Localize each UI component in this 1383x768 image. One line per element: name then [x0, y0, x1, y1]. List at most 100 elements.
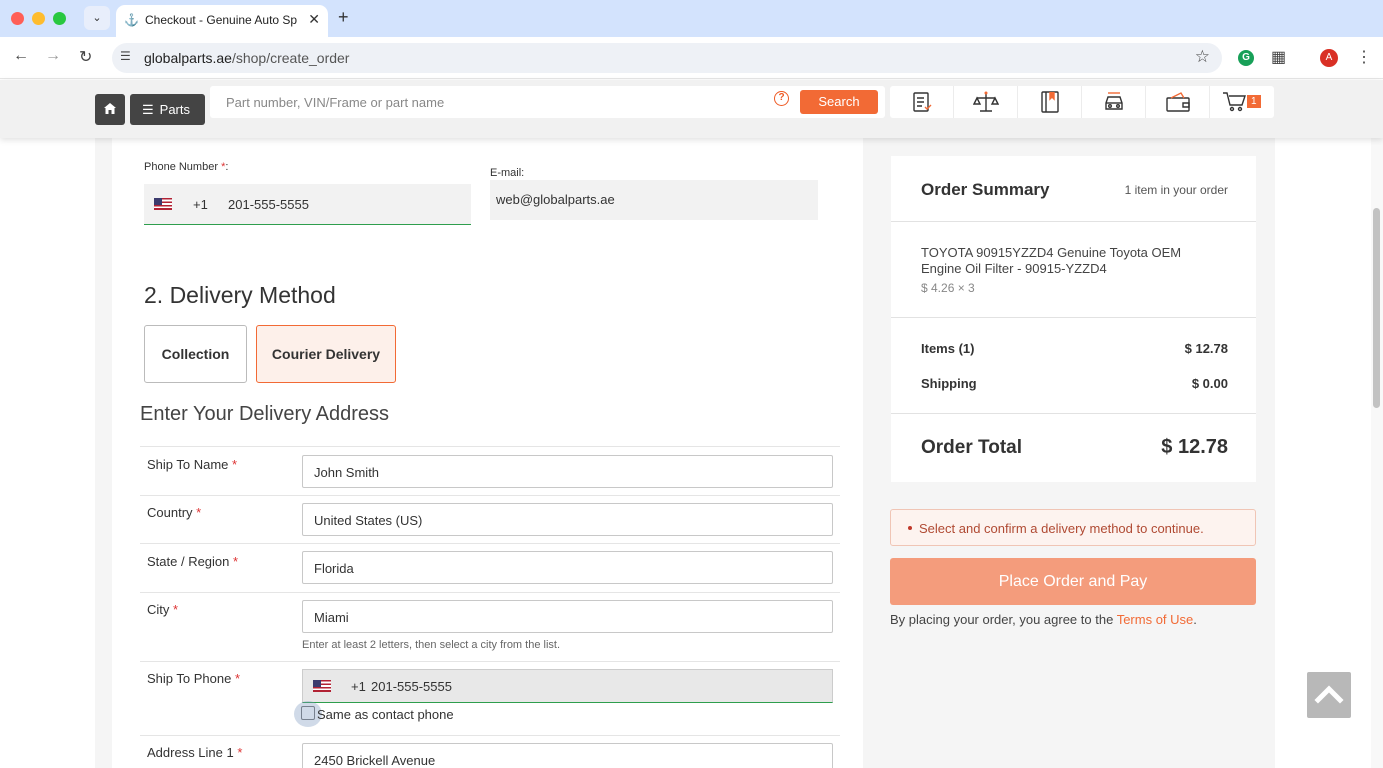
url-text: globalparts.ae/shop/create_order — [144, 50, 350, 66]
site-settings-icon[interactable]: ☰ — [120, 49, 131, 63]
ship-phone-country-code: +1 — [351, 679, 366, 694]
compare-button[interactable] — [954, 86, 1018, 118]
grammarly-extension-icon[interactable]: G — [1238, 50, 1254, 66]
terms-of-use-link[interactable]: Terms of Use — [1117, 612, 1194, 627]
ship-to-phone-label: Ship To Phone * — [147, 671, 241, 686]
close-window-button[interactable] — [11, 12, 24, 25]
browser-menu-icon[interactable]: ⋮ — [1356, 47, 1372, 67]
address-line-1-label: Address Line 1 * — [147, 745, 243, 760]
reload-icon[interactable]: ↻ — [79, 47, 92, 67]
courier-delivery-option-button[interactable]: Courier Delivery — [256, 325, 396, 383]
form-divider — [140, 446, 840, 447]
browser-toolbar: ← → ↻ ☰ globalparts.ae/shop/create_order… — [0, 37, 1383, 79]
tab-close-icon[interactable]: ✕ — [308, 11, 320, 28]
phone-number-label: Phone Number *: — [144, 161, 229, 173]
checklist-icon — [912, 92, 931, 112]
tab-search-chevron-icon[interactable]: ⌄ — [84, 6, 110, 30]
search-input[interactable] — [210, 86, 770, 118]
phone-number-field[interactable]: +1 201-555-5555 — [144, 184, 471, 225]
new-tab-icon[interactable]: + — [338, 7, 349, 28]
scrollbar-thumb[interactable] — [1373, 208, 1380, 408]
address-line-1-input[interactable]: 2450 Brickell Avenue — [302, 743, 833, 768]
catalog-button[interactable] — [1018, 86, 1082, 118]
maximize-window-button[interactable] — [53, 12, 66, 25]
ship-to-name-input[interactable]: John Smith — [302, 455, 833, 488]
state-region-label: State / Region * — [147, 554, 239, 569]
minimize-window-button[interactable] — [32, 12, 45, 25]
chevron-up-icon — [1314, 685, 1344, 704]
ship-to-name-label: Ship To Name * — [147, 457, 238, 472]
parts-menu-button[interactable]: ☰ Parts — [130, 94, 205, 125]
summary-divider — [891, 317, 1256, 318]
order-item-count: 1 item in your order — [1124, 183, 1228, 197]
extensions-puzzle-icon[interactable]: ▦ — [1271, 47, 1286, 67]
terms-notice: By placing your order, you agree to the … — [890, 612, 1197, 627]
form-divider — [140, 543, 840, 544]
garage-button[interactable] — [1082, 86, 1146, 118]
menu-bars-icon: ☰ — [142, 102, 154, 117]
place-order-button[interactable]: Place Order and Pay — [890, 558, 1256, 605]
delivery-address-heading: Enter Your Delivery Address — [140, 403, 390, 425]
wallet-button[interactable] — [1146, 86, 1210, 118]
same-as-contact-checkbox[interactable] — [294, 701, 322, 727]
page-scrollbar[interactable] — [1371, 138, 1383, 768]
site-header: ☰Parts ? Search 1 — [0, 80, 1383, 138]
form-divider — [140, 495, 840, 496]
cart-button[interactable]: 1 — [1210, 86, 1274, 118]
phone-number-value: 201-555-5555 — [228, 197, 309, 212]
us-flag-icon — [154, 198, 172, 210]
url-bar[interactable]: ☰ globalparts.ae/shop/create_order ☆ — [112, 43, 1222, 73]
country-label: Country * — [147, 505, 202, 520]
form-divider — [140, 735, 840, 736]
city-hint-text: Enter at least 2 letters, then select a … — [302, 639, 561, 651]
bookmark-star-icon[interactable]: ☆ — [1195, 47, 1210, 67]
profile-avatar[interactable]: A — [1320, 49, 1338, 67]
email-value: web@globalparts.ae — [496, 192, 615, 207]
email-field[interactable]: web@globalparts.ae — [490, 180, 818, 220]
state-region-input[interactable]: Florida — [302, 551, 833, 584]
summary-divider — [891, 221, 1256, 222]
ship-phone-value: 201-555-5555 — [371, 679, 452, 694]
order-summary-title: Order Summary — [921, 180, 1050, 199]
header-toolbar: 1 — [890, 86, 1274, 118]
tab-title: Checkout - Genuine Auto Spa — [145, 13, 297, 27]
phone-country-code: +1 — [193, 197, 208, 212]
order-total-value: $ 12.78 — [1161, 436, 1228, 458]
car-icon — [1104, 92, 1123, 110]
form-divider — [140, 592, 840, 593]
order-summary-card: Order Summary 1 item in your order TOYOT… — [891, 156, 1256, 482]
delivery-method-heading: 2. Delivery Method — [144, 282, 336, 308]
bullet-icon — [908, 526, 912, 530]
scales-icon — [972, 91, 999, 112]
order-total-label: Order Total — [921, 437, 1022, 458]
items-subtotal-value: $ 12.78 — [1184, 341, 1228, 356]
delivery-method-alert: Select and confirm a delivery method to … — [890, 509, 1256, 546]
email-label: E-mail: — [490, 167, 525, 179]
collection-option-button[interactable]: Collection — [144, 325, 247, 383]
shipping-value: $ 0.00 — [1191, 376, 1228, 391]
form-divider — [140, 661, 840, 662]
country-select[interactable]: United States (US) — [302, 503, 833, 536]
order-item-price: $ 4.26 × 3 — [921, 281, 975, 295]
us-flag-icon — [313, 680, 331, 692]
orders-list-button[interactable] — [890, 86, 954, 118]
order-item-name: TOYOTA 90915YZZD4 Genuine Toyota OEM Eng… — [921, 245, 1182, 276]
browser-tab-bar: ⌄ ⚓ Checkout - Genuine Auto Spa ✕ + — [0, 0, 1383, 37]
forward-arrow-icon[interactable]: → — [45, 47, 61, 65]
help-question-icon[interactable]: ? — [774, 91, 789, 106]
same-as-contact-label[interactable]: Same as contact phone — [317, 707, 454, 722]
browser-tab-active[interactable]: ⚓ Checkout - Genuine Auto Spa ✕ — [116, 5, 328, 37]
cart-icon — [1223, 92, 1246, 112]
city-label: City * — [147, 602, 179, 617]
home-icon — [104, 103, 116, 114]
search-bar: ? Search — [210, 86, 885, 118]
search-button[interactable]: Search — [800, 90, 878, 114]
alert-message: Select and confirm a delivery method to … — [919, 521, 1204, 536]
back-arrow-icon[interactable]: ← — [13, 47, 29, 65]
ship-to-phone-input[interactable]: +1 201-555-5555 — [302, 669, 833, 703]
cart-count-badge: 1 — [1247, 95, 1261, 108]
wallet-icon — [1165, 92, 1190, 112]
home-button[interactable] — [95, 94, 125, 125]
scroll-to-top-button[interactable] — [1307, 672, 1351, 718]
city-input[interactable]: Miami — [302, 600, 833, 633]
